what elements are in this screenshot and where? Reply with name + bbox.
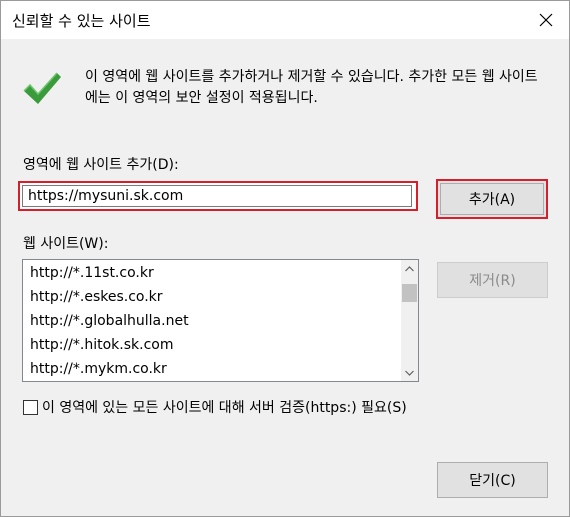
add-button[interactable]: 추가(A) [436,179,548,219]
list-item[interactable]: http://*.mykm.co.kr [30,361,167,377]
add-button-inner: 추가(A) [440,183,544,215]
trusted-sites-dialog: 신뢰할 수 있는 사이트 이 영역에 웹 사이트를 추가하거나 제거할 수 있습… [0,0,570,517]
scroll-thumb[interactable] [402,284,417,302]
list-item[interactable]: http://*.globalhulla.net [30,313,189,329]
chevron-down-icon [405,370,414,376]
remove-button-label: 제거(R) [469,273,516,289]
close-button-label: 닫기(C) [469,473,516,489]
dialog-title: 신뢰할 수 있는 사이트 [12,12,151,30]
list-item[interactable]: http://*.11st.co.kr [30,265,154,281]
info-text: 이 영역에 웹 사이트를 추가하거나 제거할 수 있습니다. 추가한 모든 웹 … [85,69,538,106]
scroll-down-button[interactable] [401,364,418,381]
checkmark-icon [23,72,61,104]
remove-button[interactable]: 제거(R) [437,262,548,298]
close-button[interactable]: 닫기(C) [437,462,548,498]
list-item[interactable]: http://*.hitok.sk.com [30,337,173,353]
close-window-button[interactable] [523,1,569,39]
sites-label: 웹 사이트(W): [23,236,109,252]
list-item[interactable]: http://*.eskes.co.kr [30,289,163,305]
scroll-up-button[interactable] [401,260,418,277]
https-checkbox-label[interactable]: 이 영역에 있는 모든 사이트에 대해 서버 검증(https:) 필요(S) [42,397,407,417]
chevron-up-icon [405,265,414,271]
add-site-input[interactable] [22,185,412,207]
title-bar: 신뢰할 수 있는 사이트 [1,1,569,39]
https-checkbox[interactable] [23,400,38,415]
url-input-highlight [18,181,418,211]
add-site-label: 영역에 웹 사이트 추가(D): [23,157,179,173]
add-button-label: 추가(A) [468,192,516,208]
close-icon [539,13,553,27]
list-scrollbar[interactable] [401,260,418,381]
site-list[interactable]: http://*.11st.co.kr http://*.eskes.co.kr… [22,259,419,382]
